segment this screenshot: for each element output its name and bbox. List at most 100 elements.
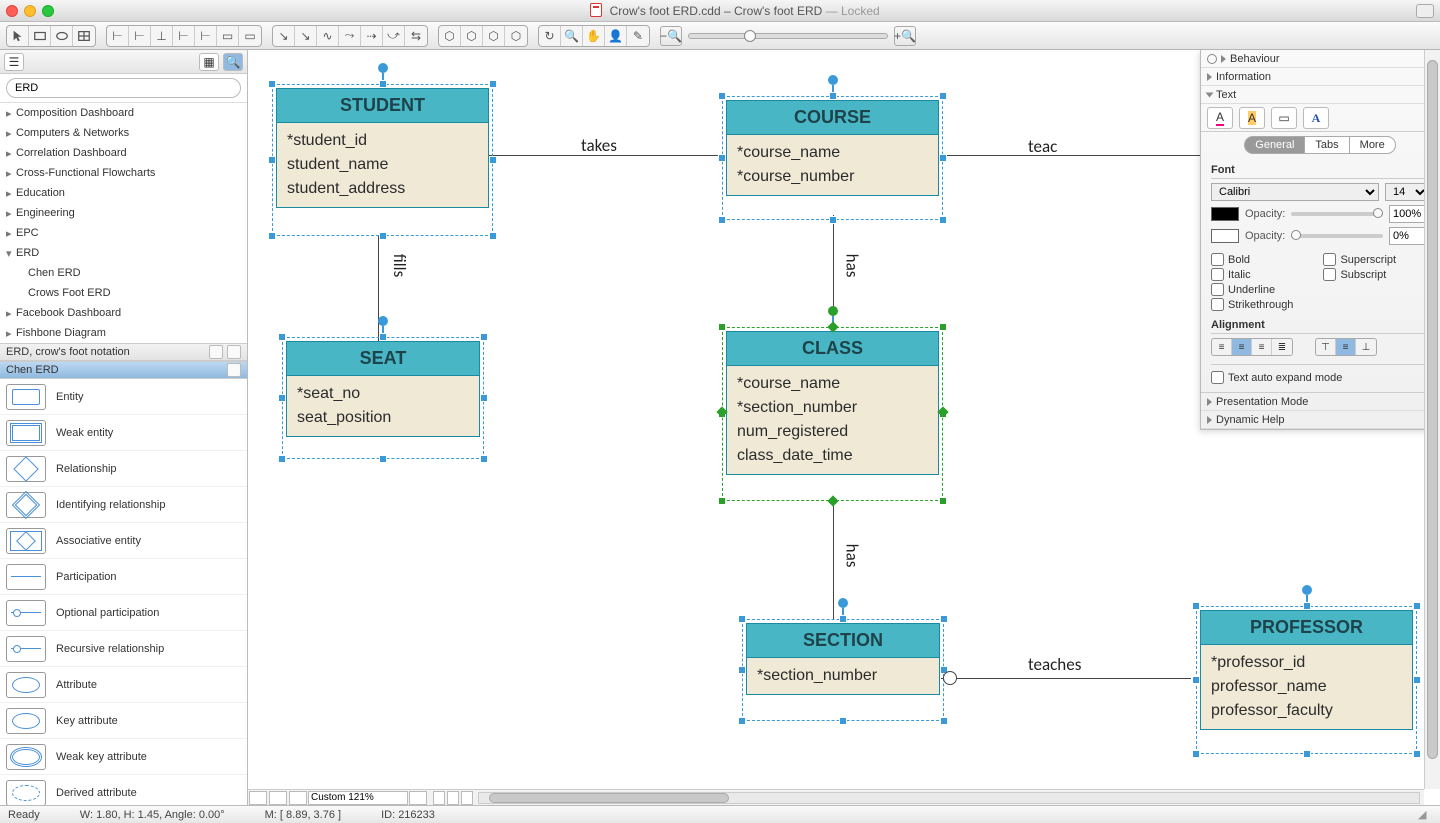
conn-7[interactable]: ⇆ bbox=[405, 26, 427, 46]
stencil-weak-entity[interactable]: Weak entity bbox=[0, 415, 247, 451]
chain-4[interactable]: ⬡ bbox=[505, 26, 527, 46]
strike-checkbox[interactable]: Strikethrough bbox=[1211, 298, 1293, 311]
text-font-icon[interactable]: A bbox=[1303, 107, 1329, 129]
bold-checkbox[interactable]: Bold bbox=[1211, 253, 1293, 266]
tree-tool-6[interactable]: ▭ bbox=[217, 26, 239, 46]
autoexpand-checkbox[interactable]: Text auto expand mode bbox=[1211, 364, 1429, 384]
ellipse-tool[interactable] bbox=[51, 26, 73, 46]
hscroll-track[interactable] bbox=[478, 792, 1420, 804]
italic-checkbox[interactable]: Italic bbox=[1211, 268, 1293, 281]
tree-item[interactable]: ▸Fishbone Diagram bbox=[0, 323, 247, 343]
chain-3[interactable]: ⬡ bbox=[483, 26, 505, 46]
text-underline-icon[interactable]: A bbox=[1207, 107, 1233, 129]
tree-item[interactable]: ▸Computers & Networks bbox=[0, 123, 247, 143]
inspector-section-presentation[interactable]: Presentation Mode bbox=[1201, 393, 1439, 411]
tree-item-erd[interactable]: ▾ERD bbox=[0, 243, 247, 263]
inspector-section-help[interactable]: Dynamic Help bbox=[1201, 411, 1439, 429]
conn-1[interactable]: ↘ bbox=[273, 26, 295, 46]
connector-fills[interactable] bbox=[378, 235, 379, 345]
tree-item-chen-erd[interactable]: Chen ERD bbox=[0, 263, 247, 283]
entity-course[interactable]: COURSE *course_name *course_number bbox=[726, 100, 939, 196]
stencil-section-chen[interactable]: Chen ERD bbox=[0, 361, 247, 379]
superscript-checkbox[interactable]: Superscript bbox=[1323, 253, 1396, 266]
stencil-id-relationship[interactable]: Identifying relationship bbox=[0, 487, 247, 523]
tree-item[interactable]: ▸Education bbox=[0, 183, 247, 203]
library-tab-grid[interactable]: ▦ bbox=[199, 53, 219, 71]
text-color-swatch[interactable] bbox=[1211, 207, 1239, 221]
tree-item-crows-foot-erd[interactable]: Crows Foot ERD bbox=[0, 283, 247, 303]
library-search-input[interactable] bbox=[6, 78, 241, 98]
connection-point[interactable] bbox=[827, 495, 838, 506]
stencil-relationship[interactable]: Relationship bbox=[0, 451, 247, 487]
chain-2[interactable]: ⬡ bbox=[461, 26, 483, 46]
conn-5[interactable]: ⇢ bbox=[361, 26, 383, 46]
inspector-section-information[interactable]: Information bbox=[1201, 68, 1439, 86]
minimize-window-button[interactable] bbox=[24, 5, 36, 17]
chain-1[interactable]: ⬡ bbox=[439, 26, 461, 46]
stencil-opt-participation[interactable]: Optional participation bbox=[0, 595, 247, 631]
conn-4[interactable]: ⤳ bbox=[339, 26, 361, 46]
text-highlight-icon[interactable]: A bbox=[1239, 107, 1265, 129]
tree-item[interactable]: ▸EPC bbox=[0, 223, 247, 243]
rect-tool[interactable] bbox=[29, 26, 51, 46]
resize-grip-icon[interactable]: ◢ bbox=[1418, 808, 1432, 822]
stencil-attribute[interactable]: Attribute bbox=[0, 667, 247, 703]
tab-tabs[interactable]: Tabs bbox=[1305, 136, 1348, 154]
person-tool[interactable]: 👤 bbox=[605, 26, 627, 46]
stencil-weak-key-attribute[interactable]: Weak key attribute bbox=[0, 739, 247, 775]
bg-opacity-slider[interactable] bbox=[1291, 234, 1383, 238]
stencil-participation[interactable]: Participation bbox=[0, 559, 247, 595]
connection-point[interactable] bbox=[937, 406, 948, 417]
entity-student[interactable]: STUDENT *student_id student_name student… bbox=[276, 88, 489, 208]
connector-teaches[interactable] bbox=[941, 678, 1191, 679]
connector-has-2[interactable] bbox=[833, 500, 834, 620]
tree-item[interactable]: ▸Correlation Dashboard bbox=[0, 143, 247, 163]
zoom-out-button[interactable]: −🔍 bbox=[660, 26, 682, 46]
tree-tool-3[interactable]: ⊥ bbox=[151, 26, 173, 46]
bg-opacity-value[interactable] bbox=[1389, 227, 1429, 245]
stencil-recursive[interactable]: Recursive relationship bbox=[0, 631, 247, 667]
table-tool[interactable] bbox=[73, 26, 95, 46]
close-window-button[interactable] bbox=[6, 5, 18, 17]
stencil-derived-attribute[interactable]: Derived attribute bbox=[0, 775, 247, 805]
subscript-checkbox[interactable]: Subscript bbox=[1323, 268, 1396, 281]
tree-item[interactable]: ▸Engineering bbox=[0, 203, 247, 223]
library-tab-search[interactable]: 🔍 bbox=[223, 53, 243, 71]
valign-middle[interactable]: ≡ bbox=[1336, 339, 1356, 355]
stencil-assoc-entity[interactable]: Associative entity bbox=[0, 523, 247, 559]
align-justify[interactable]: ≣ bbox=[1272, 339, 1292, 355]
hand-tool[interactable]: ✋ bbox=[583, 26, 605, 46]
font-size-select[interactable]: 14 bbox=[1385, 183, 1429, 201]
tree-tool-2[interactable]: ⊢ bbox=[129, 26, 151, 46]
align-center[interactable]: ≡ bbox=[1232, 339, 1252, 355]
library-tab-tree[interactable]: ☰ bbox=[4, 53, 24, 71]
entity-section[interactable]: SECTION *section_number bbox=[746, 623, 940, 695]
tree-item[interactable]: ▸Cross-Functional Flowcharts bbox=[0, 163, 247, 183]
section-icon[interactable] bbox=[209, 345, 223, 359]
zoom-select[interactable] bbox=[308, 791, 408, 805]
tree-tool-5[interactable]: ⊢ bbox=[195, 26, 217, 46]
tree-item[interactable]: ▸Facebook Dashboard bbox=[0, 303, 247, 323]
section-icon[interactable] bbox=[227, 345, 241, 359]
page-thumbs-button[interactable] bbox=[409, 791, 427, 805]
tree-tool-1[interactable]: ⊢ bbox=[107, 26, 129, 46]
vertical-scrollbar[interactable] bbox=[1424, 50, 1440, 789]
page-tab[interactable] bbox=[447, 791, 459, 805]
tree-item[interactable]: ▸Composition Dashboard bbox=[0, 103, 247, 123]
valign-bottom[interactable]: ⊥ bbox=[1356, 339, 1376, 355]
text-box-icon[interactable]: ▭ bbox=[1271, 107, 1297, 129]
section-close-icon[interactable] bbox=[227, 363, 241, 377]
tab-general[interactable]: General bbox=[1244, 136, 1305, 154]
bg-color-swatch[interactable] bbox=[1211, 229, 1239, 243]
zoom-window-button[interactable] bbox=[42, 5, 54, 17]
stencil-entity[interactable]: Entity bbox=[0, 379, 247, 415]
connector-has-1[interactable] bbox=[833, 215, 834, 330]
underline-checkbox[interactable]: Underline bbox=[1211, 283, 1293, 296]
page-tab[interactable] bbox=[433, 791, 445, 805]
entity-seat[interactable]: SEAT *seat_no seat_position bbox=[286, 341, 480, 437]
tab-more[interactable]: More bbox=[1349, 136, 1396, 154]
stencil-section-crowfoot[interactable]: ERD, crow's foot notation bbox=[0, 343, 247, 361]
canvas-area[interactable]: takes teac fills has has teaches STUDENT… bbox=[248, 50, 1440, 805]
zoom-in-button[interactable]: +🔍 bbox=[894, 26, 916, 46]
page-prev-button[interactable] bbox=[269, 791, 287, 805]
